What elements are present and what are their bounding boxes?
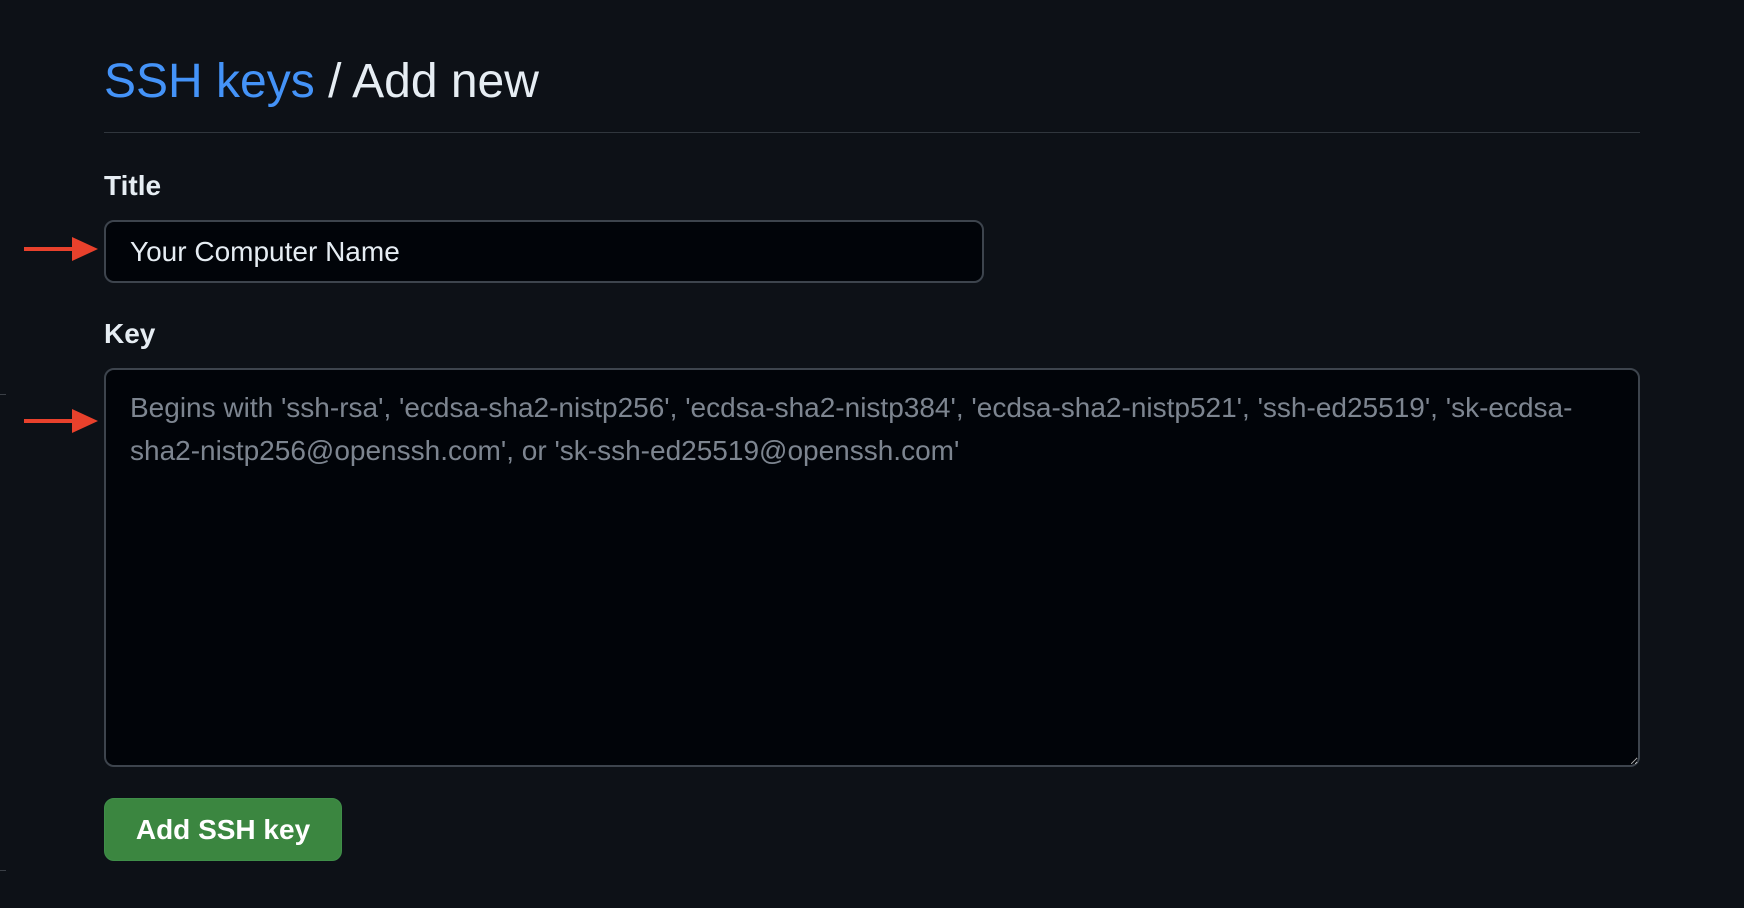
title-label: Title bbox=[104, 170, 162, 201]
annotation-arrow-icon bbox=[24, 409, 98, 433]
title-input[interactable] bbox=[104, 220, 984, 283]
annotation-arrow-icon bbox=[24, 237, 98, 261]
breadcrumb-ssh-keys-link[interactable]: SSH keys bbox=[104, 55, 315, 108]
left-edge-tick-bottom bbox=[0, 870, 6, 871]
add-ssh-key-button[interactable]: Add SSH key bbox=[104, 798, 342, 861]
header-divider bbox=[104, 132, 1640, 133]
breadcrumb-current: Add new bbox=[352, 55, 539, 108]
key-label: Key bbox=[104, 318, 156, 349]
left-edge-tick-top bbox=[0, 394, 6, 395]
breadcrumb-separator: / bbox=[328, 55, 342, 108]
key-textarea[interactable] bbox=[104, 368, 1640, 767]
page-title: SSH keys / Add new bbox=[104, 50, 539, 114]
